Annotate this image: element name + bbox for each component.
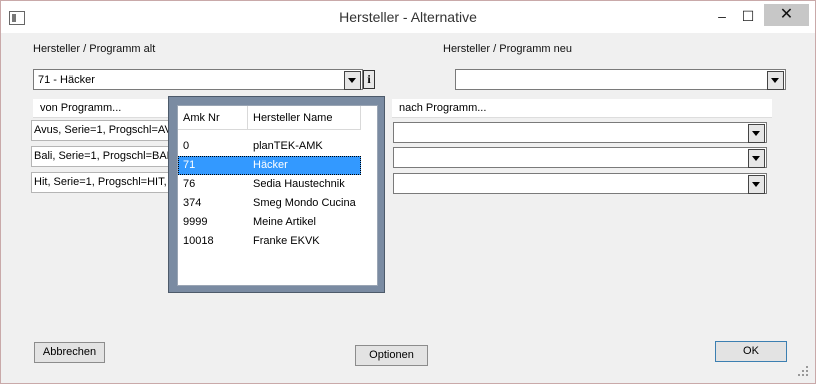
list-item-name: Meine Artikel xyxy=(253,216,316,228)
von-programm-header: von Programm... xyxy=(33,99,173,118)
maximize-button[interactable]: ☐ xyxy=(736,6,760,26)
list-item-name: planTEK-AMK xyxy=(253,140,323,152)
nach-programm-combo[interactable] xyxy=(393,147,767,168)
hersteller-list[interactable]: Amk Nr Hersteller Name 0 planTEK-AMK 71 … xyxy=(177,105,378,286)
nach-programm-combo[interactable] xyxy=(393,173,767,194)
resize-grip-icon[interactable] xyxy=(796,364,810,378)
list-item[interactable]: 374 Smeg Mondo Cucina xyxy=(178,194,361,213)
label-hersteller-alt: Hersteller / Programm alt xyxy=(33,43,156,55)
hersteller-alt-combo[interactable]: 71 - Häcker xyxy=(33,69,363,90)
nach-programm-dropdown-button[interactable] xyxy=(748,175,765,194)
info-icon[interactable]: i xyxy=(363,70,375,89)
list-item-nr: 10018 xyxy=(183,235,214,247)
von-programm-row-text: Avus, Serie=1, Progschl=AVUS xyxy=(34,124,188,136)
von-programm-header-label: von Programm... xyxy=(40,102,122,114)
von-programm-row[interactable]: Hit, Serie=1, Progschl=HIT, P xyxy=(31,172,177,193)
hersteller-neu-combo[interactable] xyxy=(455,69,786,90)
abbrechen-button[interactable]: Abbrechen xyxy=(34,342,105,363)
list-item-name: Häcker xyxy=(253,159,288,171)
nach-programm-combo[interactable] xyxy=(393,122,767,143)
column-header-amk-nr[interactable]: Amk Nr xyxy=(178,106,248,130)
nach-programm-dropdown-button[interactable] xyxy=(748,124,765,143)
list-item-nr: 374 xyxy=(183,197,202,209)
list-item[interactable]: 76 Sedia Haustechnik xyxy=(178,175,361,194)
label-hersteller-neu: Hersteller / Programm neu xyxy=(443,43,572,55)
list-item-nr: 9999 xyxy=(183,216,208,228)
list-item-selected[interactable]: 71 Häcker xyxy=(178,156,361,175)
hersteller-neu-dropdown-button[interactable] xyxy=(767,71,784,90)
hersteller-alt-dropdown-button[interactable] xyxy=(344,71,361,90)
optionen-button[interactable]: Optionen xyxy=(355,345,428,366)
list-item-nr: 0 xyxy=(183,140,190,152)
von-programm-row[interactable]: Bali, Serie=1, Progschl=BALI xyxy=(31,146,176,167)
list-item-name: Franke EKVK xyxy=(253,235,320,247)
von-programm-row[interactable]: Avus, Serie=1, Progschl=AVUS xyxy=(31,120,187,141)
list-item-name: Sedia Haustechnik xyxy=(253,178,345,190)
column-header-hersteller-name[interactable]: Hersteller Name xyxy=(248,106,361,130)
list-item[interactable]: 0 planTEK-AMK xyxy=(178,137,361,156)
von-programm-row-text: Bali, Serie=1, Progschl=BALI xyxy=(34,150,176,162)
close-button[interactable]: ✕ xyxy=(764,4,809,26)
hersteller-dropdown-popup: Amk Nr Hersteller Name 0 planTEK-AMK 71 … xyxy=(168,96,385,293)
nach-programm-header-label: nach Programm... xyxy=(399,102,487,114)
list-item-name: Smeg Mondo Cucina xyxy=(253,197,356,209)
minimize-button[interactable]: – xyxy=(711,6,733,26)
ok-button[interactable]: OK xyxy=(715,341,787,362)
nach-programm-dropdown-button[interactable] xyxy=(748,149,765,168)
column-header-hersteller-name-label: Hersteller Name xyxy=(253,112,333,124)
list-item-nr: 76 xyxy=(183,178,196,190)
von-programm-row-text: Hit, Serie=1, Progschl=HIT, P xyxy=(34,176,178,188)
list-item-nr: 71 xyxy=(183,159,196,171)
list-item[interactable]: 9999 Meine Artikel xyxy=(178,213,361,232)
column-header-amk-nr-label: Amk Nr xyxy=(183,112,220,124)
hersteller-alt-value: 71 - Häcker xyxy=(38,74,95,86)
nach-programm-header: nach Programm... xyxy=(392,99,772,118)
list-item[interactable]: 10018 Franke EKVK xyxy=(178,232,361,251)
window-title: Hersteller - Alternative xyxy=(339,9,477,25)
